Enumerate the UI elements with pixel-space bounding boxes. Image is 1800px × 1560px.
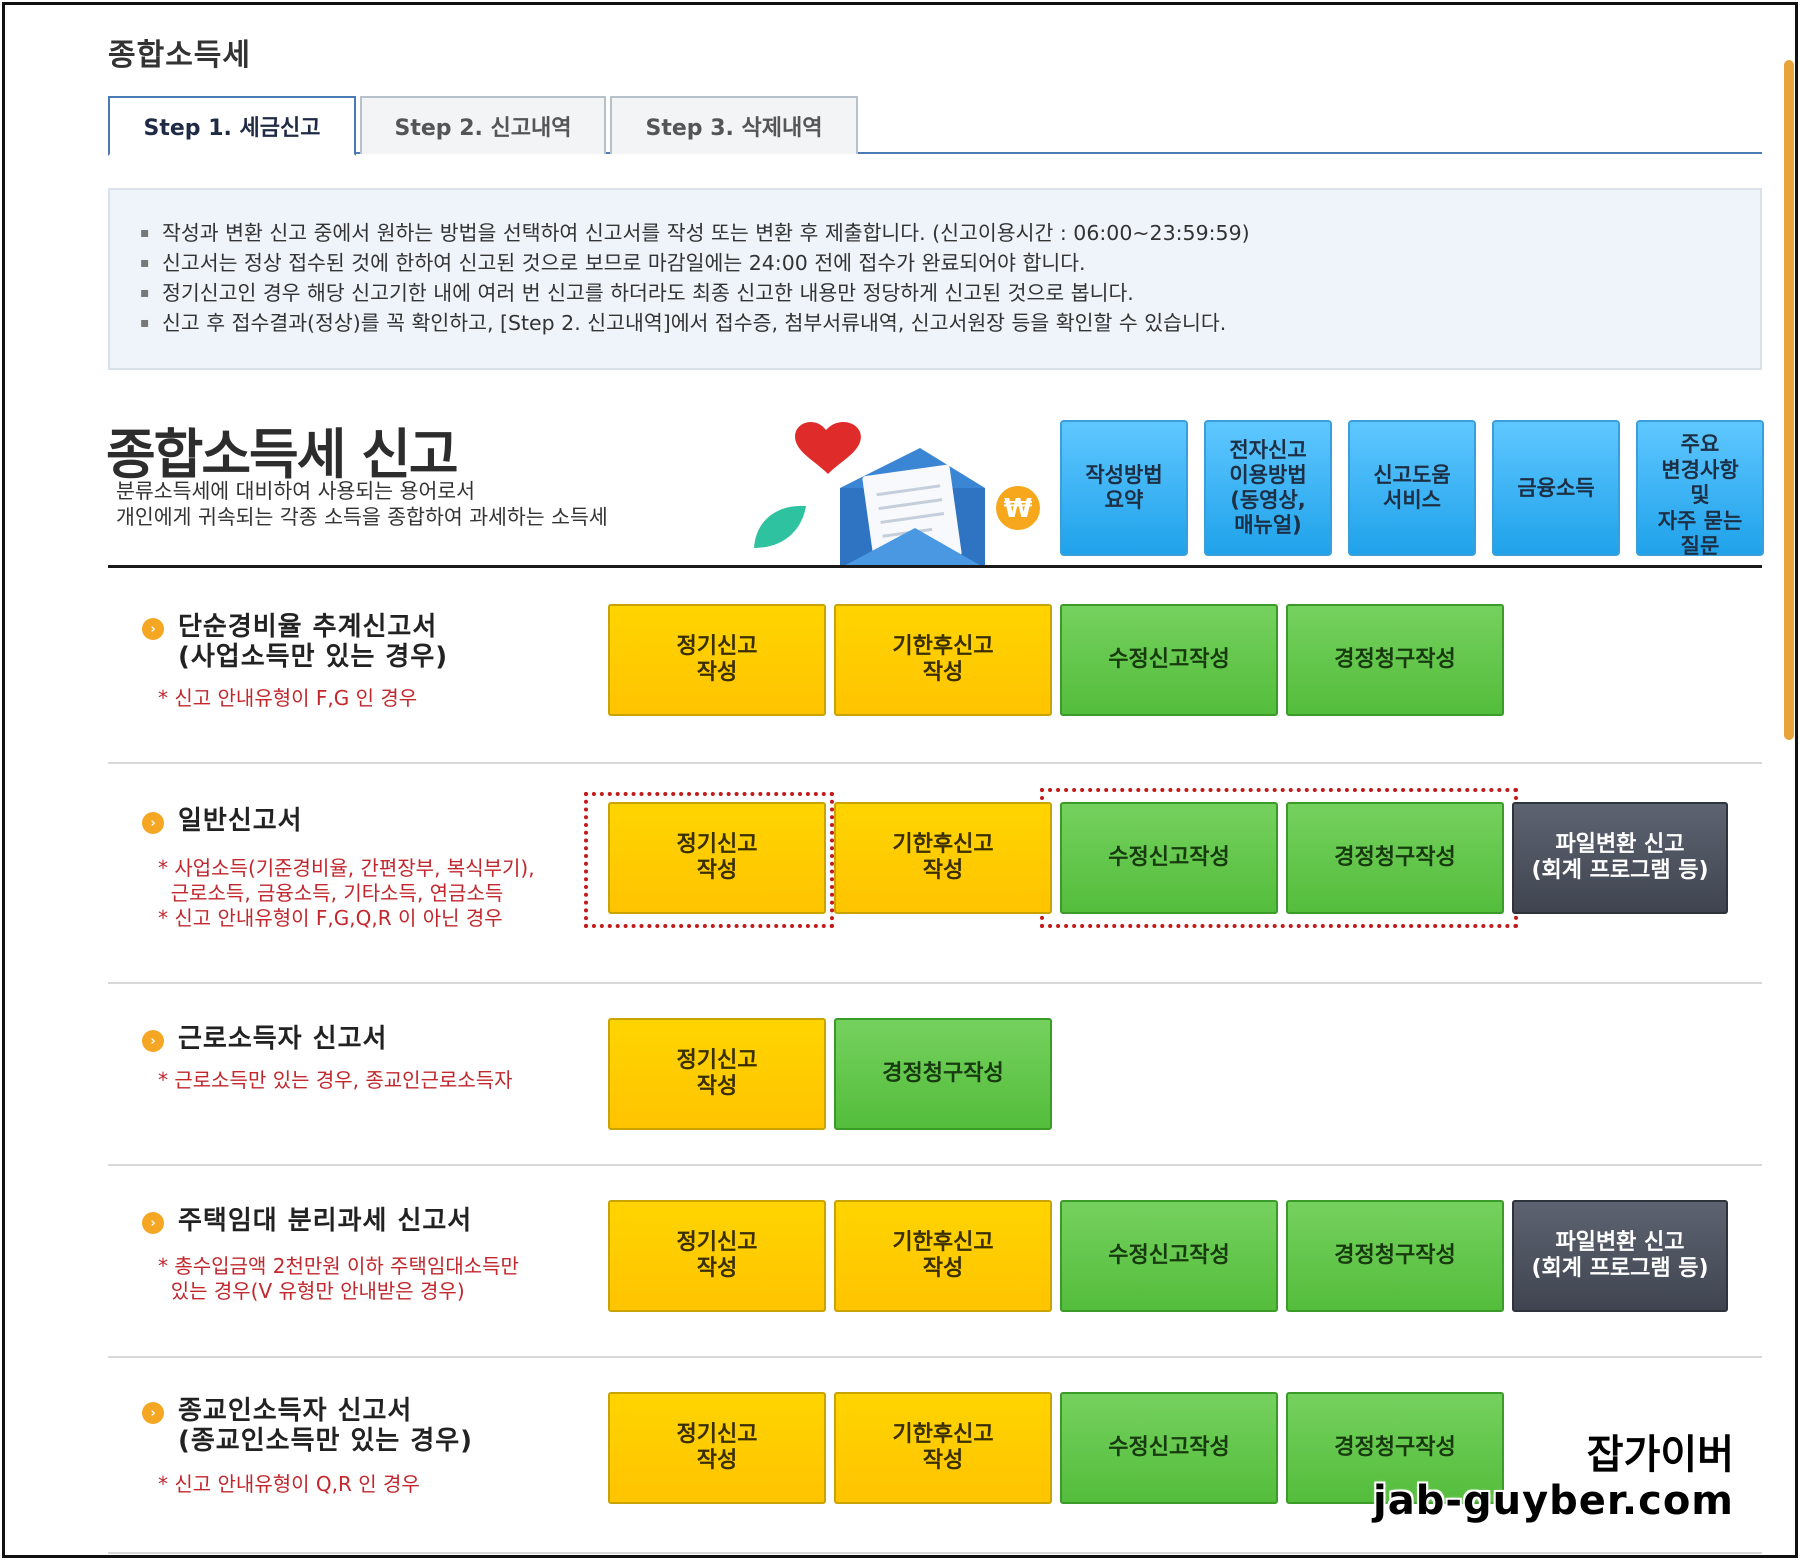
section-note: * 신고 안내유형이 Q,R 인 경우 [158,1472,420,1496]
button-label: 경정청구작성 [1334,845,1456,870]
won-coin-icon: ₩ [996,486,1040,530]
quick-link-label: 금융소득 [1517,475,1595,500]
quick-link-label: 작성방법 요약 [1085,463,1163,512]
correction-claim-button[interactable]: 경정청구작성 [834,1018,1052,1130]
button-label: 경정청구작성 [1334,1243,1456,1268]
regular-filing-button[interactable]: 정기신고 작성 [608,1392,826,1504]
button-label: 정기신고 작성 [676,1048,758,1099]
button-label: 정기신고 작성 [676,1422,758,1473]
notice-box: 작성과 변환 신고 중에서 원하는 방법을 선택하여 신고서를 작성 또는 변환… [108,188,1762,370]
late-filing-button[interactable]: 기한후신고 작성 [834,1200,1052,1312]
late-filing-button[interactable]: 기한후신고 작성 [834,604,1052,716]
page-title: 종합소득세 [108,38,251,73]
file-conversion-filing-button[interactable]: 파일변환 신고 (회계 프로그램 등) [1512,1200,1728,1312]
section-note: * 근로소득만 있는 경우, 종교인근로소득자 [158,1068,513,1092]
watermark-line2: jab-guyber.com [1373,1478,1734,1524]
section-divider [108,1164,1762,1166]
quick-link-label: 신고도움 서비스 [1373,463,1451,512]
quick-link-filing-help[interactable]: 신고도움 서비스 [1348,420,1476,556]
regular-filing-button[interactable]: 정기신고 작성 [608,1200,826,1312]
hero-subtitle-line1: 분류소득세에 대비하여 사용되는 용어로서 [116,479,476,503]
button-label: 정기신고 작성 [676,1230,758,1281]
step-tabs: Step 1. 세금신고 Step 2. 신고내역 Step 3. 삭제내역 [108,96,1762,156]
envelope-icon [840,448,985,568]
quick-link-financial-income[interactable]: 금융소득 [1492,420,1620,556]
button-label: 기한후신고 작성 [892,1230,994,1281]
correction-claim-button[interactable]: 경정청구작성 [1286,1200,1504,1312]
quick-link-label: 주요 변경사항 및 자주 묻는 질문 [1657,432,1743,558]
chevron-right-icon: › [142,618,164,640]
button-label: 수정신고작성 [1108,1243,1230,1268]
regular-filing-button[interactable]: 정기신고 작성 [608,802,826,914]
notice-item: 작성과 변환 신고 중에서 원하는 방법을 선택하여 신고서를 작성 또는 변환… [140,218,1730,248]
hero-divider [108,565,1762,568]
quick-link-e-filing-guide[interactable]: 전자신고 이용방법 (동영상, 매뉴얼) [1204,420,1332,556]
button-label: 수정신고작성 [1108,1435,1230,1460]
section-note: * 신고 안내유형이 F,G,Q,R 이 아닌 경우 [158,906,503,930]
svg-text:₩: ₩ [1004,494,1033,524]
quick-link-label: 전자신고 이용방법 (동영상, 매뉴얼) [1229,438,1307,537]
button-label: 기한후신고 작성 [892,832,994,883]
section-title: 종교인소득자 신고서 (종교인소득만 있는 경우) [178,1396,474,1456]
button-label: 파일변환 신고 (회계 프로그램 등) [1531,832,1709,883]
section-note: * 신고 안내유형이 F,G 인 경우 [158,686,418,710]
regular-filing-button[interactable]: 정기신고 작성 [608,604,826,716]
correction-claim-button[interactable]: 경정청구작성 [1286,604,1504,716]
watermark-line1: 잡가이버 [1586,1432,1734,1478]
section-divider [108,982,1762,984]
amended-filing-button[interactable]: 수정신고작성 [1060,604,1278,716]
quick-link-faq[interactable]: 주요 변경사항 및 자주 묻는 질문 [1636,420,1764,558]
leaf-icon [754,505,806,548]
chevron-right-icon: › [142,1030,164,1052]
hero-subtitle: 분류소득세에 대비하여 사용되는 용어로서 개인에게 귀속되는 각종 소득을 종… [116,478,608,530]
tab-step2-filing-history[interactable]: Step 2. 신고내역 [360,96,606,154]
button-label: 경정청구작성 [1334,647,1456,672]
section-note: 있는 경우(V 유형만 안내받은 경우) [158,1279,465,1303]
chevron-right-icon: › [142,812,164,834]
heart-icon [795,421,861,474]
amended-filing-button[interactable]: 수정신고작성 [1060,1392,1278,1504]
button-label: 수정신고작성 [1108,647,1230,672]
section-note: * 총수입금액 2천만원 이하 주택임대소득만 [158,1254,519,1278]
quick-link-writing-guide[interactable]: 작성방법 요약 [1060,420,1188,556]
section-title: 일반신고서 [178,806,303,836]
section-divider [108,762,1762,764]
late-filing-button[interactable]: 기한후신고 작성 [834,802,1052,914]
section-note: * 사업소득(기준경비율, 간편장부, 복식부기), [158,856,535,880]
button-label: 정기신고 작성 [676,832,758,883]
late-filing-button[interactable]: 기한후신고 작성 [834,1392,1052,1504]
button-label: 정기신고 작성 [676,634,758,685]
section-divider [108,1552,1762,1554]
section-title: 단순경비율 추계신고서 (사업소득만 있는 경우) [178,612,449,672]
file-conversion-filing-button[interactable]: 파일변환 신고 (회계 프로그램 등) [1512,802,1728,914]
notice-item: 신고서는 정상 접수된 것에 한하여 신고된 것으로 보므로 마감일에는 24:… [140,248,1730,278]
chevron-right-icon: › [142,1212,164,1234]
chevron-right-icon: › [142,1402,164,1424]
tab-step3-deleted-history[interactable]: Step 3. 삭제내역 [610,96,858,154]
section-title: 근로소득자 신고서 [178,1024,388,1054]
hero-illustration: ₩ [754,421,1040,568]
section-divider [108,1356,1762,1358]
tab-step1-tax-filing[interactable]: Step 1. 세금신고 [108,96,356,156]
correction-claim-button[interactable]: 경정청구작성 [1286,802,1504,914]
hero-subtitle-line2: 개인에게 귀속되는 각종 소득을 종합하여 과세하는 소득세 [116,505,608,529]
section-title: 주택임대 분리과세 신고서 [178,1206,473,1236]
button-label: 경정청구작성 [882,1061,1004,1086]
notice-item: 정기신고인 경우 해당 신고기한 내에 여러 번 신고를 하더라도 최종 신고한… [140,278,1730,308]
scrollbar[interactable] [1784,60,1794,740]
button-label: 기한후신고 작성 [892,1422,994,1473]
watermark: 잡가이버 jab-guyber.com [1373,1432,1734,1524]
regular-filing-button[interactable]: 정기신고 작성 [608,1018,826,1130]
button-label: 기한후신고 작성 [892,634,994,685]
button-label: 파일변환 신고 (회계 프로그램 등) [1531,1230,1709,1281]
amended-filing-button[interactable]: 수정신고작성 [1060,802,1278,914]
button-label: 수정신고작성 [1108,845,1230,870]
amended-filing-button[interactable]: 수정신고작성 [1060,1200,1278,1312]
notice-item: 신고 후 접수결과(정상)를 꼭 확인하고, [Step 2. 신고내역]에서 … [140,308,1730,338]
section-note: 근로소득, 금융소득, 기타소득, 연금소득 [158,881,504,905]
